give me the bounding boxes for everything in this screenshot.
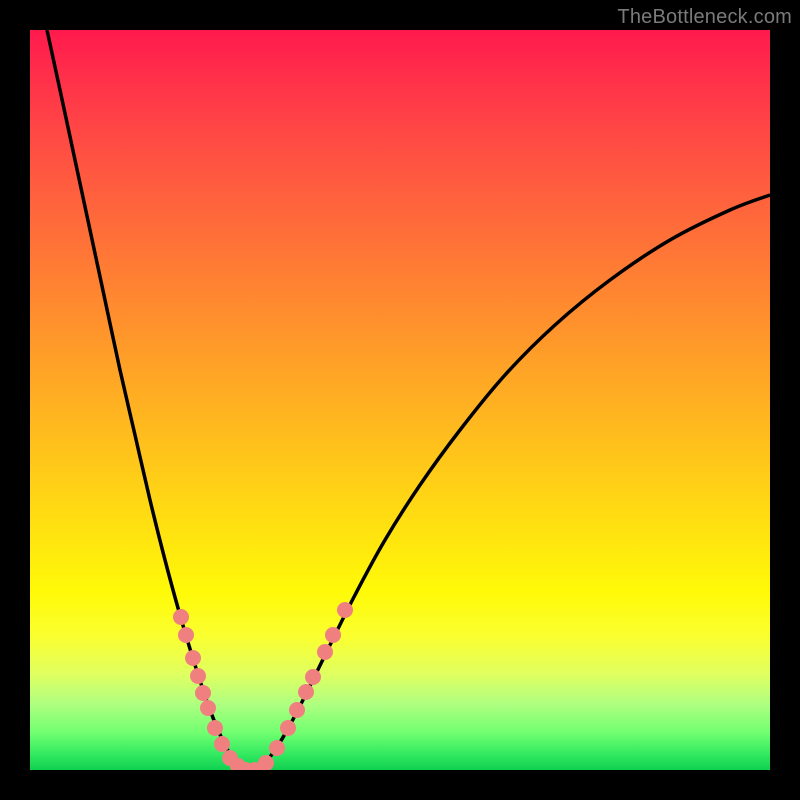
data-marker bbox=[173, 609, 189, 625]
curve-left bbox=[47, 30, 248, 770]
data-marker bbox=[185, 650, 201, 666]
marker-group bbox=[173, 602, 353, 770]
data-marker bbox=[280, 720, 296, 736]
chart-gradient-background bbox=[30, 30, 770, 770]
data-marker bbox=[214, 736, 230, 752]
data-marker bbox=[325, 627, 341, 643]
data-marker bbox=[190, 668, 206, 684]
watermark-text: TheBottleneck.com bbox=[617, 6, 792, 29]
data-marker bbox=[207, 720, 223, 736]
data-marker bbox=[305, 669, 321, 685]
bottleneck-curve-chart bbox=[30, 30, 770, 770]
data-marker bbox=[337, 602, 353, 618]
curve-right bbox=[248, 195, 770, 770]
data-marker bbox=[289, 702, 305, 718]
data-marker bbox=[178, 627, 194, 643]
data-marker bbox=[200, 700, 216, 716]
data-marker bbox=[269, 740, 285, 756]
data-marker bbox=[317, 644, 333, 660]
data-marker bbox=[195, 685, 211, 701]
data-marker bbox=[298, 684, 314, 700]
